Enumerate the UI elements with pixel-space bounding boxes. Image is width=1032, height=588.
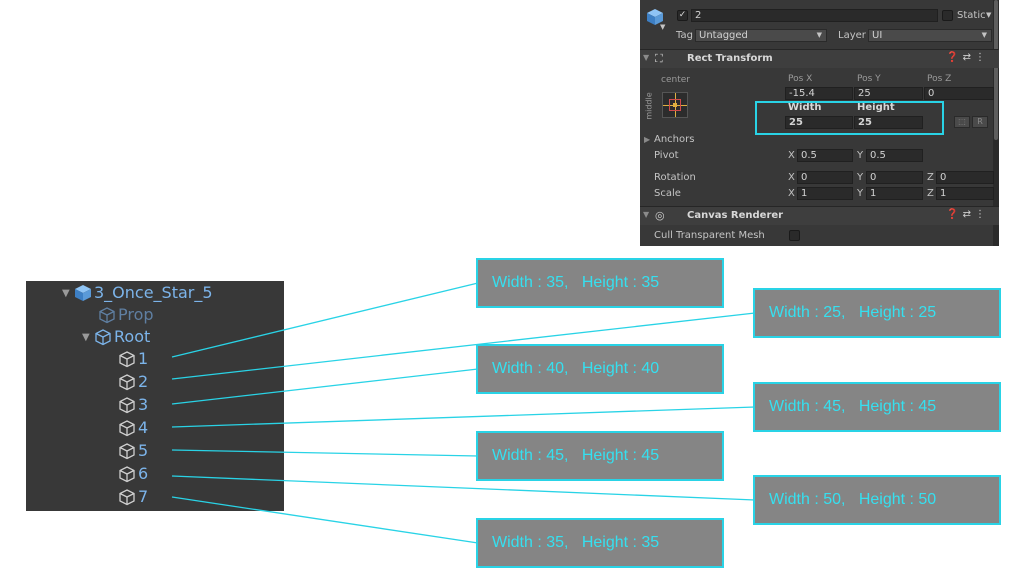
size-callout-text: Width : 45, Height : 45 xyxy=(492,447,660,464)
size-callout-text: Width : 35, Height : 35 xyxy=(492,534,660,551)
size-callout-text: Width : 45, Height : 45 xyxy=(769,398,937,415)
size-callout-text: Width : 25, Height : 25 xyxy=(769,304,937,321)
size-callout-text: Width : 35, Height : 35 xyxy=(492,274,660,291)
size-callout: Width : 50, Height : 50 xyxy=(753,475,1001,525)
callout-connector-line xyxy=(171,406,756,428)
size-callout: Width : 25, Height : 25 xyxy=(753,288,1001,338)
callout-connector-line xyxy=(171,282,479,358)
size-callout: Width : 45, Height : 45 xyxy=(476,431,724,481)
size-callout: Width : 35, Height : 35 xyxy=(476,258,724,308)
size-callout: Width : 35, Height : 35 xyxy=(476,518,724,568)
size-callout-text: Width : 40, Height : 40 xyxy=(492,360,660,377)
size-callout: Width : 45, Height : 45 xyxy=(753,382,1001,432)
callout-connector-line xyxy=(171,449,479,457)
size-callout-text: Width : 50, Height : 50 xyxy=(769,491,937,508)
callout-connector-line xyxy=(171,496,479,544)
size-callout: Width : 40, Height : 40 xyxy=(476,344,724,394)
